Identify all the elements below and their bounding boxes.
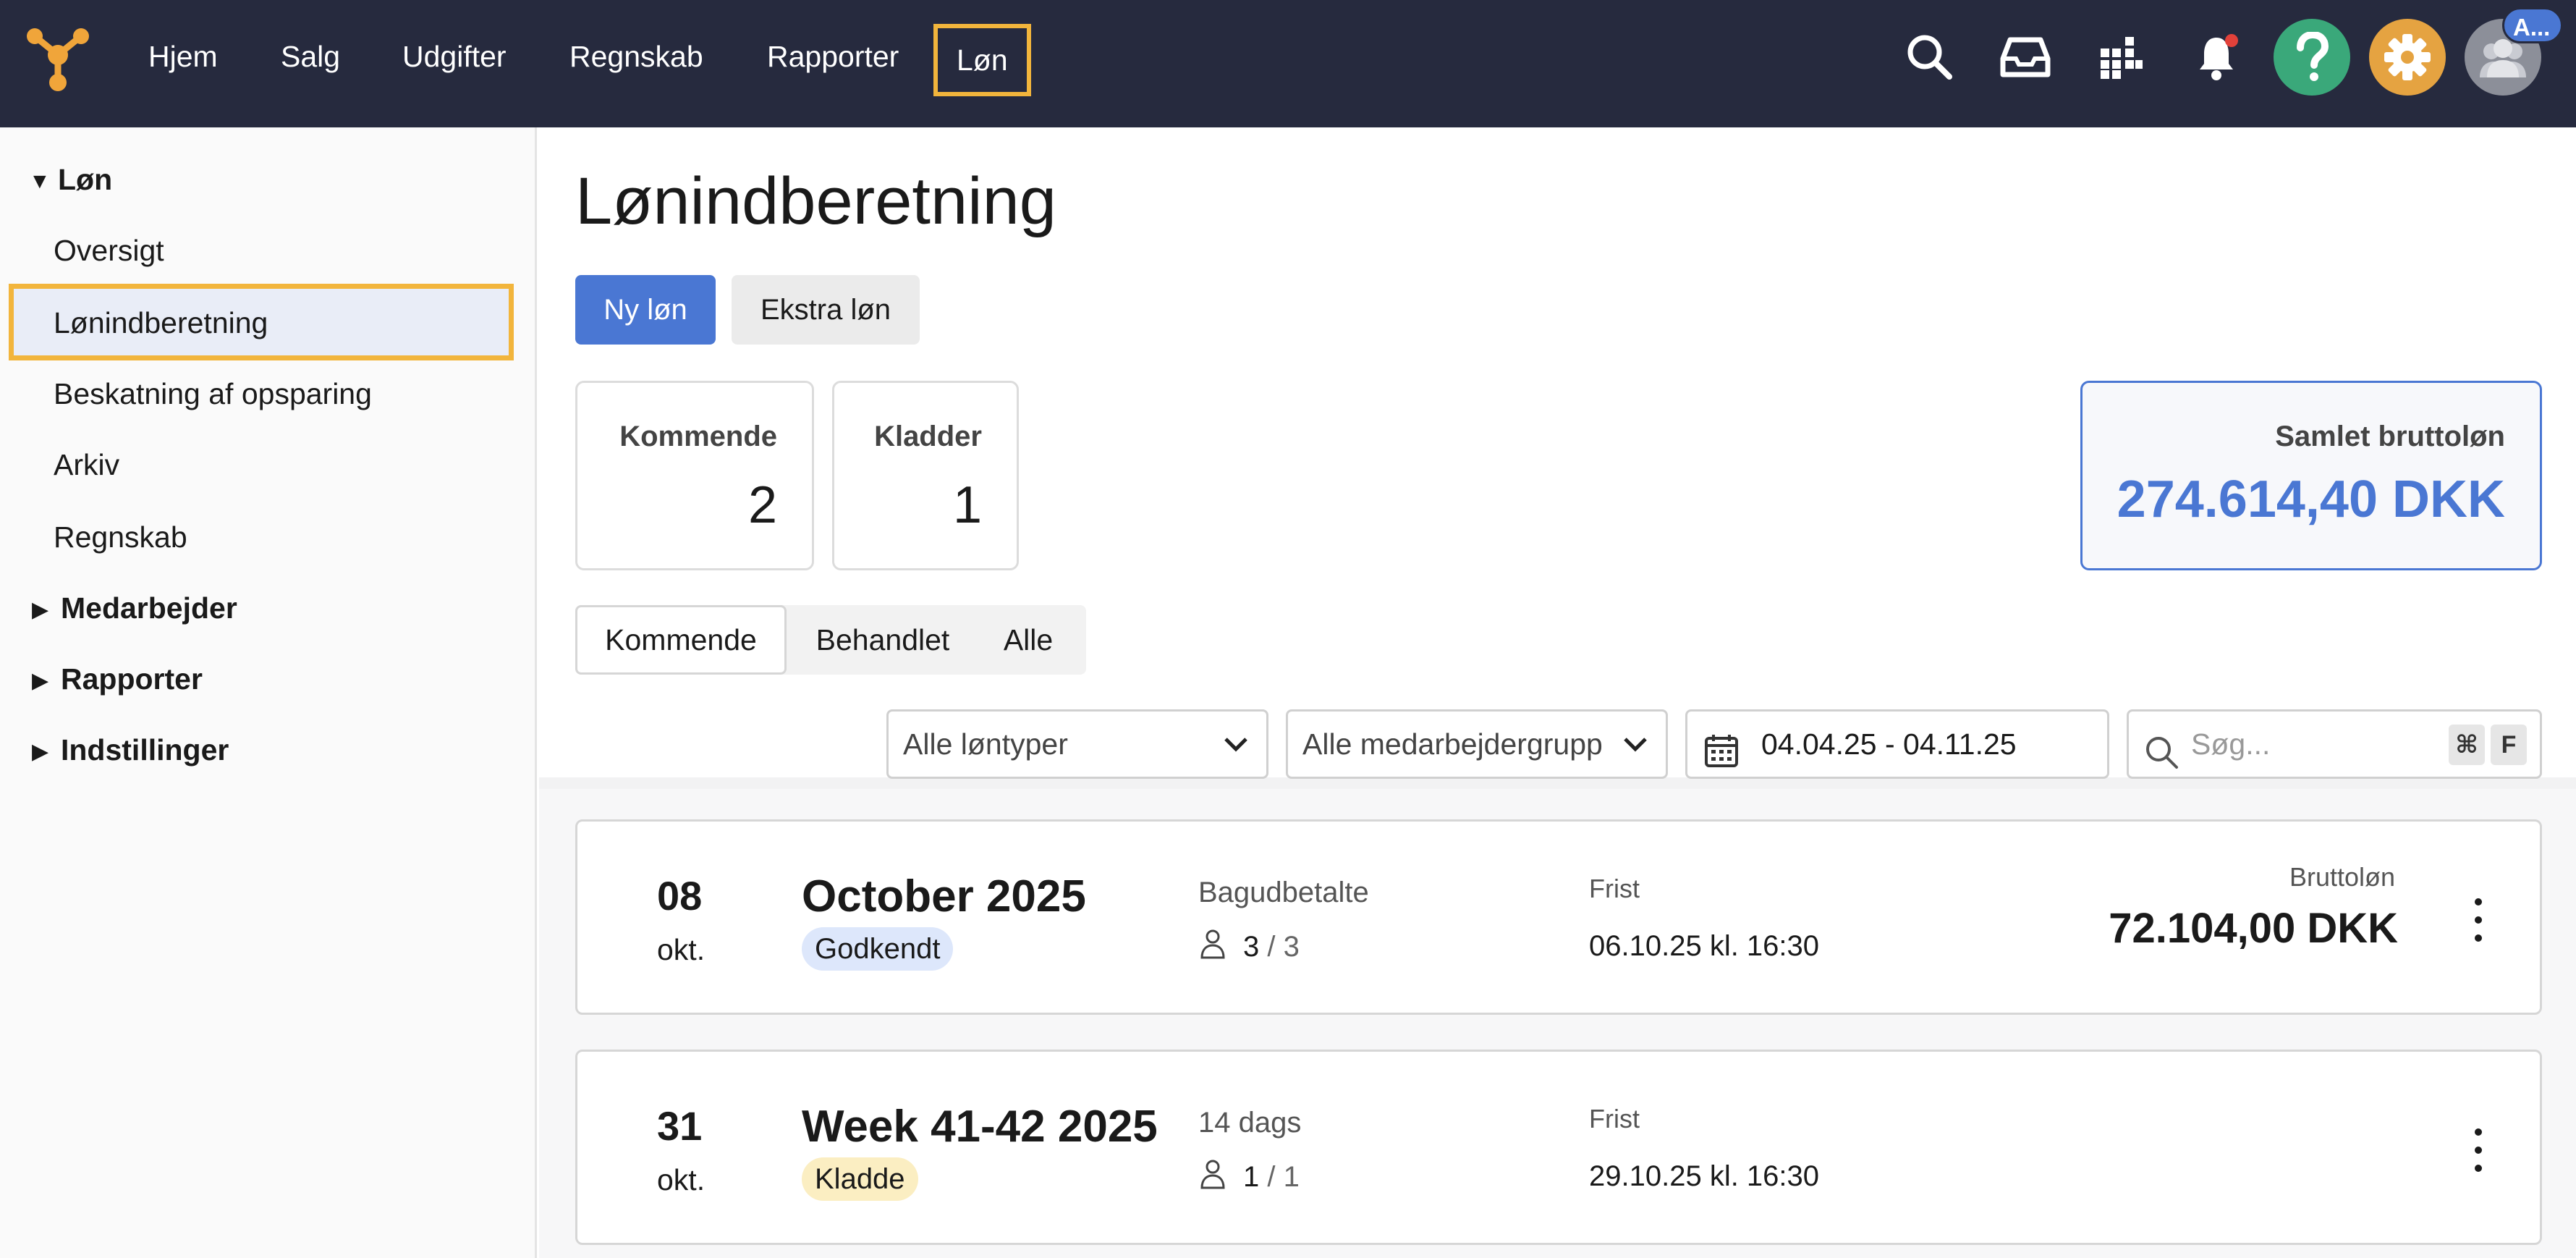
caret-right-icon: ▶ xyxy=(32,669,49,693)
sidebar-item-oversigt[interactable]: Oversigt xyxy=(54,229,164,272)
payrun-card[interactable]: 31 okt. Week 41-42 2025 Kladde 14 dags 1… xyxy=(575,1050,2542,1245)
gear-icon[interactable] xyxy=(2369,19,2446,96)
inbox-icon[interactable] xyxy=(1997,29,2054,85)
employee-count: 1 / 1 xyxy=(1200,1159,1300,1196)
deadline-label: Frist xyxy=(1589,874,1640,903)
status-tabs: Kommende Behandlet Alle xyxy=(575,605,1086,675)
payrun-month: okt. xyxy=(657,1163,706,1196)
stat-card-upcoming[interactable]: Kommende 2 xyxy=(575,381,814,570)
stat-card-total-gross: Samlet bruttoløn 274.614,40 DKK xyxy=(2080,381,2542,570)
search-field[interactable]: Søg... ⌘ F xyxy=(2127,709,2542,779)
sidebar: ▼ Løn Oversigt Lønindberetning Beskatning… xyxy=(0,127,537,1258)
caret-right-icon: ▶ xyxy=(32,598,49,622)
stat-value: 274.614,40 DKK xyxy=(2117,470,2505,528)
stat-card-drafts[interactable]: Kladder 1 xyxy=(832,381,1019,570)
pay-type-label: 14 dags xyxy=(1198,1107,1302,1139)
sidebar-group-lon[interactable]: ▼ Løn xyxy=(29,158,112,201)
status-badge: Kladde xyxy=(802,1157,918,1201)
stat-label: Kladder xyxy=(874,421,982,452)
pay-type-label: Bagudbetalte xyxy=(1198,877,1369,908)
sidebar-group-label: Medarbejder xyxy=(61,591,237,625)
shortcut-cmd-key: ⌘ xyxy=(2449,725,2485,765)
nav-item-lon[interactable]: Løn xyxy=(933,24,1031,96)
sidebar-group-label: Indstillinger xyxy=(61,733,229,767)
deadline-value: 06.10.25 kl. 16:30 xyxy=(1589,930,1820,962)
stat-label: Samlet bruttoløn xyxy=(2275,421,2505,452)
payrun-period: October 2025 xyxy=(802,871,1086,921)
employees-total: / 3 xyxy=(1267,931,1300,963)
tab-alle[interactable]: Alle xyxy=(979,605,1077,675)
tab-behandlet[interactable]: Behandlet xyxy=(787,605,979,675)
select-value: Alle løntyper xyxy=(903,727,1068,761)
avatar[interactable]: A... xyxy=(2465,7,2563,96)
caret-right-icon: ▶ xyxy=(32,740,49,764)
stat-value: 1 xyxy=(952,476,982,534)
shortcut-f-key: F xyxy=(2491,725,2527,765)
nav-item-salg[interactable]: Salg xyxy=(281,36,340,77)
search-icon xyxy=(2143,727,2179,777)
search-icon[interactable] xyxy=(1902,29,1958,85)
employees-done: 3 xyxy=(1243,931,1260,963)
sidebar-group-label: Løn xyxy=(58,163,113,196)
payrun-day: 08 xyxy=(657,873,703,919)
select-value: Alle medarbejdergrupp xyxy=(1302,727,1603,761)
stat-value: 2 xyxy=(747,476,777,534)
date-range-picker[interactable]: 04.04.25 - 04.11.25 xyxy=(1685,709,2109,779)
gross-value: 72.104,00 DKK xyxy=(2109,905,2398,952)
deadline-label: Frist xyxy=(1589,1104,1640,1134)
employee-count: 3 / 3 xyxy=(1200,929,1300,966)
sidebar-item-lonindberetning[interactable]: Lønindberetning xyxy=(54,301,268,345)
bell-icon[interactable] xyxy=(2188,29,2245,85)
nav-item-udgifter[interactable]: Udgifter xyxy=(402,36,507,77)
calendar-icon xyxy=(1703,726,1740,777)
employees-total: / 1 xyxy=(1267,1161,1300,1193)
divider xyxy=(539,777,2576,789)
help-icon[interactable] xyxy=(2274,19,2350,96)
pay-type-select[interactable]: Alle løntyper xyxy=(886,709,1268,779)
deadline-value: 29.10.25 kl. 16:30 xyxy=(1589,1160,1820,1192)
top-navigation: Hjem Salg Udgifter Regnskab Rapporter Lø… xyxy=(0,0,2576,127)
payrun-period: Week 41-42 2025 xyxy=(802,1102,1158,1152)
tab-kommende[interactable]: Kommende xyxy=(575,605,787,675)
sidebar-group-indstillinger[interactable]: ▶ Indstillinger xyxy=(32,728,229,772)
sidebar-group-label: Rapporter xyxy=(61,662,203,696)
sidebar-group-rapporter[interactable]: ▶ Rapporter xyxy=(32,657,203,701)
sidebar-item-beskatning[interactable]: Beskatning af opsparing xyxy=(54,372,372,415)
payrun-day: 31 xyxy=(657,1103,703,1149)
employee-group-select[interactable]: Alle medarbejdergrupp xyxy=(1286,709,1668,779)
person-icon xyxy=(1200,929,1226,966)
main-content: Lønindberetning Ny løn Ekstra løn Kommen… xyxy=(539,127,2576,1258)
nav-item-rapporter[interactable]: Rapporter xyxy=(767,36,899,77)
sidebar-item-arkiv[interactable]: Arkiv xyxy=(54,443,119,486)
date-range-value: 04.04.25 - 04.11.25 xyxy=(1761,727,2017,761)
apps-grid-icon[interactable] xyxy=(2093,29,2149,85)
more-options-icon[interactable] xyxy=(2467,898,2489,942)
chevron-down-icon xyxy=(1221,712,1250,777)
payrun-month: okt. xyxy=(657,933,706,966)
sidebar-group-medarbejder[interactable]: ▶ Medarbejder xyxy=(32,586,237,630)
payrun-card[interactable]: 08 okt. October 2025 Godkendt Bagudbetal… xyxy=(575,819,2542,1015)
more-options-icon[interactable] xyxy=(2467,1128,2489,1172)
person-icon xyxy=(1200,1159,1226,1196)
nav-item-hjem[interactable]: Hjem xyxy=(148,36,218,77)
gross-label: Bruttoløn xyxy=(2289,862,2395,892)
new-payroll-button[interactable]: Ny løn xyxy=(575,275,716,345)
stat-label: Kommende xyxy=(619,421,777,452)
avatar-badge: A... xyxy=(2502,7,2563,43)
search-placeholder: Søg... xyxy=(2191,727,2271,761)
status-badge: Godkendt xyxy=(802,927,954,971)
sidebar-item-regnskab[interactable]: Regnskab xyxy=(54,515,187,559)
app-logo-icon[interactable] xyxy=(25,26,91,93)
employees-done: 1 xyxy=(1243,1161,1260,1193)
extra-payroll-button[interactable]: Ekstra løn xyxy=(732,275,920,345)
page-title: Lønindberetning xyxy=(575,164,1056,238)
nav-item-regnskab[interactable]: Regnskab xyxy=(569,36,703,77)
chevron-down-icon xyxy=(1617,712,1650,777)
caret-down-icon: ▼ xyxy=(29,169,51,193)
